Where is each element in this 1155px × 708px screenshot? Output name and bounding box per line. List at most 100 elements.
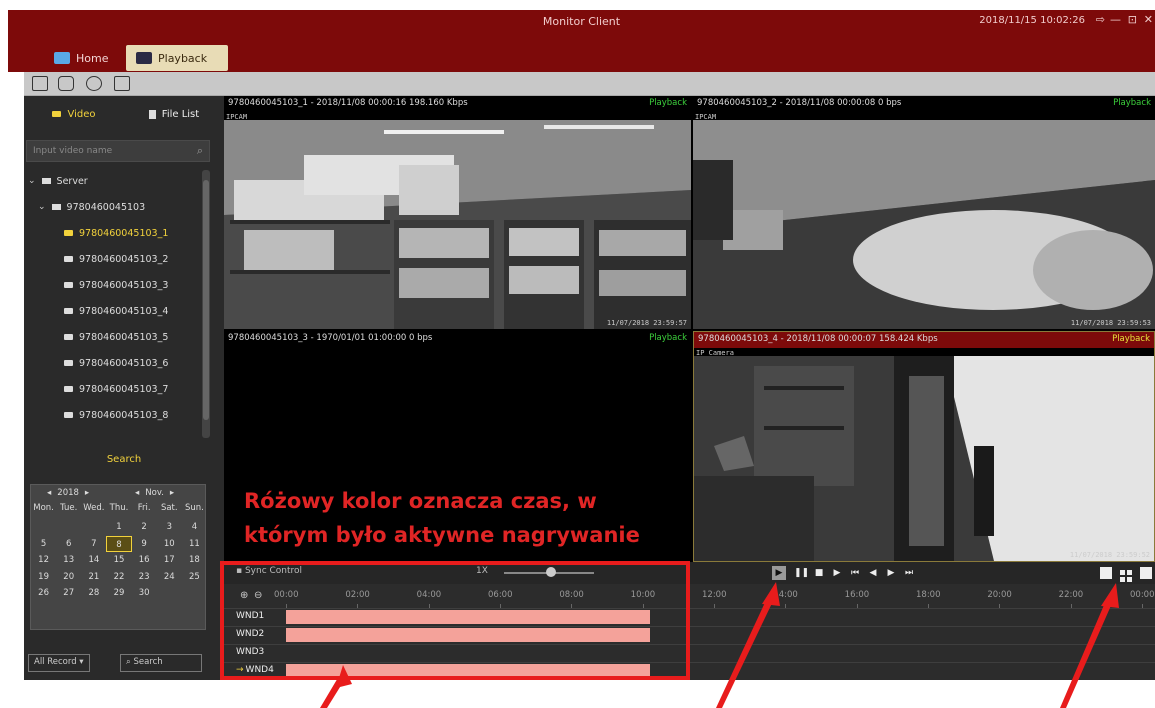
chevron-down-icon[interactable]: ⌄ (38, 202, 46, 212)
tree-device[interactable]: ⌄ 9780460045103 (38, 196, 145, 218)
zoom-in-icon[interactable]: ⊕ (240, 590, 248, 601)
layout-quad-icon[interactable] (1120, 567, 1132, 582)
zoom-out-icon[interactable]: ⊖ (254, 590, 262, 601)
prev-file-icon[interactable]: ⏮ (848, 566, 862, 580)
play-icon[interactable]: ▶ (772, 566, 786, 580)
time-tick-label: 02:00 (345, 590, 370, 600)
calendar-day[interactable]: 2 (132, 519, 157, 536)
calendar-day[interactable]: 6 (56, 536, 81, 553)
slow-forward-icon[interactable]: ▶ (830, 566, 844, 580)
calendar-day[interactable]: 16 (132, 552, 157, 569)
speed-slider-thumb[interactable] (546, 567, 556, 577)
calendar-day[interactable]: 5 (31, 536, 56, 553)
calendar-day[interactable]: 12 (31, 552, 56, 569)
calendar-day[interactable]: 7 (81, 536, 106, 553)
calendar-day[interactable]: 3 (157, 519, 182, 536)
calendar-day[interactable]: 9 (132, 536, 157, 553)
tab-home[interactable]: Home (44, 45, 118, 71)
annotation-line-1: Różowy kolor oznacza czas, w (244, 489, 597, 513)
calendar-day[interactable]: 23 (132, 569, 157, 586)
timeline-row[interactable]: → WND4 (224, 662, 1155, 679)
step-back-icon[interactable]: ◀ (866, 566, 880, 580)
tab-video[interactable]: Video (24, 96, 124, 132)
recording-segment[interactable] (286, 610, 650, 624)
next-year-icon[interactable]: ▸ (85, 488, 89, 502)
timeline-row[interactable]: WND1 (224, 608, 1155, 625)
timeline-row[interactable]: WND2 (224, 626, 1155, 643)
record-icon[interactable] (32, 76, 48, 91)
search-input[interactable]: Input video name ⌕ (26, 140, 210, 162)
calendar-day[interactable]: 19 (31, 569, 56, 586)
channel-item[interactable]: 9780460045103_4 (64, 300, 168, 322)
channel-item[interactable]: 9780460045103_7 (64, 378, 168, 400)
video-pane-2[interactable]: 9780460045103_2 - 2018/11/08 00:00:08 0 … (693, 96, 1155, 329)
channel-item[interactable]: 9780460045103_8 (64, 404, 168, 426)
calendar-day (182, 585, 207, 602)
search-button[interactable]: Search (24, 454, 224, 465)
chevron-down-icon[interactable]: ⌄ (28, 176, 36, 186)
calendar-day[interactable]: 4 (182, 519, 207, 536)
camera-icon (64, 308, 73, 314)
layout-single-icon[interactable] (1100, 567, 1112, 579)
calendar-day[interactable]: 13 (56, 552, 81, 569)
channel-item[interactable]: 9780460045103_1 (64, 222, 168, 244)
calendar-day[interactable]: 22 (106, 569, 131, 586)
calendar-search-button[interactable]: ⌕ Search (120, 654, 202, 672)
calendar-day[interactable]: 30 (132, 585, 157, 602)
channel-item[interactable]: 9780460045103_5 (64, 326, 168, 348)
minimize-icon[interactable]: — (1110, 13, 1121, 26)
next-file-icon[interactable]: ⏭ (902, 566, 916, 580)
calendar-day[interactable]: 15 (106, 552, 131, 569)
pause-icon[interactable]: ❚❚ (794, 566, 809, 580)
timeline-row[interactable]: WND3 (224, 644, 1155, 661)
stop-icon[interactable]: ■ (812, 566, 826, 580)
prev-year-icon[interactable]: ◂ (47, 488, 51, 502)
calendar-day[interactable]: 25 (182, 569, 207, 586)
channel-item[interactable]: 9780460045103_2 (64, 248, 168, 270)
calendar-day[interactable]: 10 (157, 536, 182, 553)
calendar-day[interactable]: 28 (81, 585, 106, 602)
recording-segment[interactable] (286, 664, 650, 678)
pane-status: Playback (1112, 334, 1150, 344)
calendar-day[interactable]: 11 (182, 536, 207, 553)
video-pane-1[interactable]: 9780460045103_1 - 2018/11/08 00:00:16 19… (224, 96, 691, 329)
window-label: WND2 (236, 629, 264, 639)
calendar-day[interactable]: 14 (81, 552, 106, 569)
logout-icon[interactable]: ⇨ (1096, 13, 1105, 26)
channel-item[interactable]: 9780460045103_3 (64, 274, 168, 296)
channel-item[interactable]: 9780460045103_6 (64, 352, 168, 374)
calendar-year-value: 2018 (57, 488, 79, 498)
calendar-day[interactable]: 18 (182, 552, 207, 569)
ptz-icon[interactable] (86, 76, 102, 91)
calendar-day[interactable]: 8 (106, 535, 132, 552)
fullscreen-icon[interactable] (114, 76, 130, 91)
tab-file-list[interactable]: File List (124, 96, 224, 132)
calendar-day[interactable]: 27 (56, 585, 81, 602)
tree-server[interactable]: ⌄ Server (28, 170, 88, 192)
step-forward-icon[interactable]: ▶ (884, 566, 898, 580)
calendar-day[interactable]: 17 (157, 552, 182, 569)
restore-icon[interactable]: ⊡ (1128, 13, 1137, 26)
record-filter-select[interactable]: All Record ▾ (28, 654, 90, 672)
recording-segment[interactable] (286, 628, 650, 642)
calendar-day[interactable]: 24 (157, 569, 182, 586)
search-icon[interactable]: ⌕ (197, 144, 203, 158)
calendar-day[interactable]: 20 (56, 569, 81, 586)
layout-nine-icon[interactable] (1140, 567, 1152, 579)
calendar-day[interactable]: 26 (31, 585, 56, 602)
calendar-day[interactable]: 1 (106, 519, 131, 536)
video-pane-4[interactable]: 9780460045103_4 - 2018/11/08 00:00:07 15… (693, 331, 1155, 562)
close-icon[interactable]: ✕ (1144, 13, 1153, 26)
tab-playback[interactable]: Playback (126, 45, 228, 71)
camera-icon[interactable] (58, 76, 74, 91)
next-month-icon[interactable]: ▸ (170, 488, 174, 502)
tree-scroll-thumb[interactable] (203, 180, 209, 420)
sync-control-label[interactable]: ▪ Sync Control (236, 566, 302, 576)
window-label: WND1 (236, 611, 264, 621)
calendar-day[interactable]: 21 (81, 569, 106, 586)
timeline-panel: ▪ Sync Control 1X ▶ ❚❚ ■ ▶ ⏮ ◀ ▶ ⏭ 00:00… (224, 562, 1155, 680)
calendar-day[interactable]: 29 (106, 585, 131, 602)
prev-month-icon[interactable]: ◂ (135, 488, 139, 502)
time-tick-label: 06:00 (488, 590, 513, 600)
time-ruler[interactable]: 00:00 02:00 04:00 06:00 08:00 10:00 12:00 14:00… (224, 586, 1155, 608)
